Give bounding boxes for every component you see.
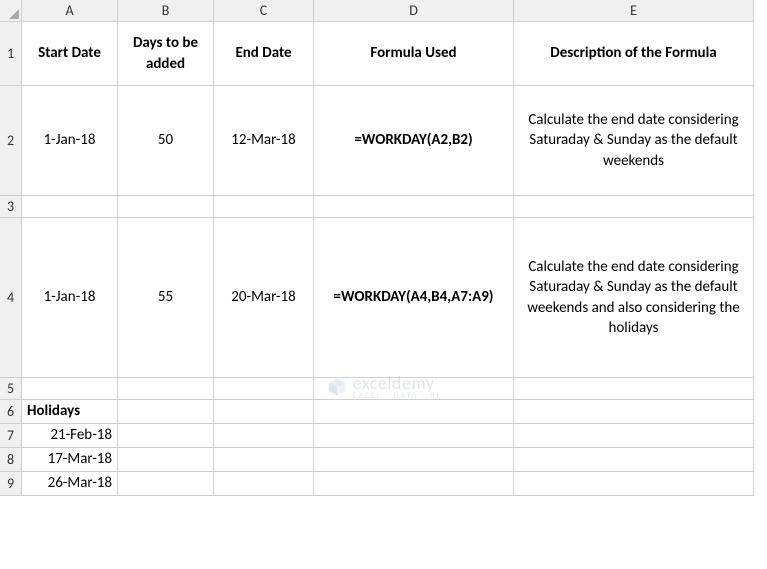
row-header-4[interactable]: 4 (0, 218, 22, 378)
row-header-8[interactable]: 8 (0, 448, 22, 472)
col-header-D[interactable]: D (314, 0, 514, 22)
cell-D2[interactable]: =WORKDAY(A2,B2) (314, 86, 514, 196)
col-header-C[interactable]: C (214, 0, 314, 22)
cell-C4[interactable]: 20-Mar-18 (214, 218, 314, 378)
cell-B3[interactable] (118, 196, 214, 218)
cell-D5[interactable] (314, 378, 514, 400)
cell-D6[interactable] (314, 400, 514, 424)
cell-E3[interactable] (514, 196, 754, 218)
cell-B5[interactable] (118, 378, 214, 400)
cell-A4[interactable]: 1-Jan-18 (22, 218, 118, 378)
cell-E4[interactable]: Calculate the end date considering Satur… (514, 218, 754, 378)
cell-D3[interactable] (314, 196, 514, 218)
cell-E5[interactable] (514, 378, 754, 400)
cell-E7[interactable] (514, 424, 754, 448)
cell-B7[interactable] (118, 424, 214, 448)
cell-A1[interactable]: Start Date (22, 22, 118, 86)
cell-A5[interactable] (22, 378, 118, 400)
spreadsheet-grid: A B C D E 1 Start Date Days to be added … (0, 0, 767, 496)
row-header-9[interactable]: 9 (0, 472, 22, 496)
cell-B2[interactable]: 50 (118, 86, 214, 196)
cell-E1[interactable]: Description of the Formula (514, 22, 754, 86)
cell-C6[interactable] (214, 400, 314, 424)
cell-B6[interactable] (118, 400, 214, 424)
cell-D4[interactable]: =WORKDAY(A4,B4,A7:A9) (314, 218, 514, 378)
cell-E9[interactable] (514, 472, 754, 496)
cell-A6[interactable]: Holidays (22, 400, 118, 424)
cell-D1[interactable]: Formula Used (314, 22, 514, 86)
cell-E2[interactable]: Calculate the end date considering Satur… (514, 86, 754, 196)
cell-E8[interactable] (514, 448, 754, 472)
cell-B8[interactable] (118, 448, 214, 472)
cell-E6[interactable] (514, 400, 754, 424)
cell-A7[interactable]: 21-Feb-18 (22, 424, 118, 448)
cell-A3[interactable] (22, 196, 118, 218)
select-all-corner[interactable] (0, 0, 22, 22)
col-header-A[interactable]: A (22, 0, 118, 22)
row-header-6[interactable]: 6 (0, 400, 22, 424)
row-header-5[interactable]: 5 (0, 378, 22, 400)
cell-B9[interactable] (118, 472, 214, 496)
cell-C3[interactable] (214, 196, 314, 218)
cell-B1[interactable]: Days to be added (118, 22, 214, 86)
cell-D7[interactable] (314, 424, 514, 448)
cell-C8[interactable] (214, 448, 314, 472)
col-header-E[interactable]: E (514, 0, 754, 22)
cell-A2[interactable]: 1-Jan-18 (22, 86, 118, 196)
cell-C2[interactable]: 12-Mar-18 (214, 86, 314, 196)
cell-D9[interactable] (314, 472, 514, 496)
cell-B4[interactable]: 55 (118, 218, 214, 378)
cell-C7[interactable] (214, 424, 314, 448)
cell-C5[interactable] (214, 378, 314, 400)
cell-A8[interactable]: 17-Mar-18 (22, 448, 118, 472)
cell-A9[interactable]: 26-Mar-18 (22, 472, 118, 496)
row-header-2[interactable]: 2 (0, 86, 22, 196)
cell-D8[interactable] (314, 448, 514, 472)
row-header-7[interactable]: 7 (0, 424, 22, 448)
cell-C9[interactable] (214, 472, 314, 496)
cell-C1[interactable]: End Date (214, 22, 314, 86)
row-header-1[interactable]: 1 (0, 22, 22, 86)
row-header-3[interactable]: 3 (0, 196, 22, 218)
col-header-B[interactable]: B (118, 0, 214, 22)
